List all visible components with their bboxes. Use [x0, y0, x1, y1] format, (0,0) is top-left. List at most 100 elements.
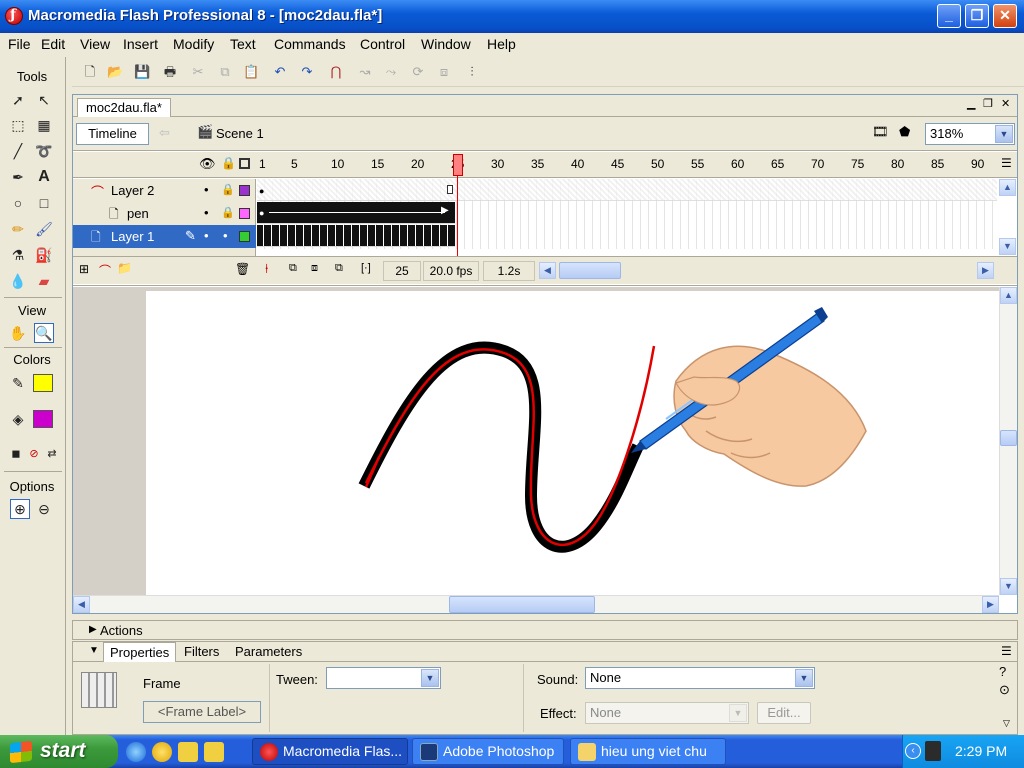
fill-color-swatch[interactable] — [33, 410, 53, 428]
frame-rate-display[interactable]: 20.0 fps — [423, 261, 479, 281]
close-button[interactable]: ✕ — [993, 4, 1017, 28]
layer-color-swatch[interactable] — [239, 208, 250, 219]
back-arrow-icon[interactable]: ⇦ — [159, 125, 170, 141]
modify-markers-icon[interactable]: [·] — [361, 262, 371, 274]
copy-icon[interactable]: ⧉ — [217, 64, 233, 80]
eraser-tool-icon[interactable]: ▰ — [34, 271, 54, 291]
edit-sound-button[interactable]: Edit... — [757, 702, 811, 724]
visibility-dot[interactable]: • — [204, 228, 209, 243]
menu-file[interactable]: File — [8, 36, 31, 52]
snap-magnet-icon[interactable]: ⋂ — [328, 64, 344, 80]
stage-canvas[interactable] — [146, 291, 999, 595]
redo-icon[interactable]: ↷ — [299, 64, 315, 80]
help-icon[interactable]: ? — [999, 664, 1006, 679]
menu-control[interactable]: Control — [360, 36, 405, 52]
edit-multiple-frames-icon[interactable]: ⧉ — [335, 262, 343, 275]
start-button[interactable]: start — [0, 735, 118, 768]
zoom-in-icon[interactable]: ⊕ — [10, 499, 30, 519]
hand-tool-icon[interactable]: ✋ — [8, 323, 28, 343]
text-tool-icon[interactable]: A — [34, 167, 54, 187]
minimize-button[interactable]: _ — [937, 4, 961, 28]
rectangle-tool-icon[interactable]: □ — [34, 193, 54, 213]
lasso-tool-icon[interactable]: ➰ — [34, 141, 54, 161]
document-tab[interactable]: moc2dau.fla* — [77, 98, 171, 117]
menu-commands[interactable]: Commands — [274, 36, 346, 52]
lock-icon[interactable]: 🔒 — [221, 206, 235, 219]
layer-row[interactable]: ⌒ Layer 2 • 🔒 — [73, 179, 256, 202]
stage-vertical-scrollbar[interactable]: ▲ ▼ — [999, 287, 1017, 595]
no-color-icon[interactable]: ⊘ — [24, 443, 44, 463]
scroll-left-button[interactable]: ◀ — [73, 596, 90, 613]
hscroll-thumb[interactable] — [449, 596, 595, 613]
selection-tool-icon[interactable]: ➚ — [8, 90, 28, 110]
stroke-color-swatch[interactable] — [33, 374, 53, 392]
menu-text[interactable]: Text — [230, 36, 256, 52]
scene-name[interactable]: Scene 1 — [216, 126, 264, 141]
stage-horizontal-scrollbar[interactable]: ◀ ▶ — [73, 595, 999, 613]
scroll-right-button[interactable]: ▶ — [982, 596, 999, 613]
help-quicklaunch-icon-2[interactable] — [204, 742, 224, 762]
panel-menu-icon[interactable]: ☰ — [1001, 644, 1012, 658]
cut-icon[interactable]: ✂ — [190, 64, 206, 80]
line-tool-icon[interactable]: ╱ — [8, 141, 28, 161]
taskbar-flash[interactable]: Macromedia Flas... — [252, 738, 408, 765]
straighten-icon[interactable]: ⤳ — [383, 64, 399, 80]
pencil-tool-icon[interactable]: ✏ — [8, 219, 28, 239]
layer-row[interactable]: 🗋 pen • 🔒 — [73, 202, 256, 225]
brush-tool-icon[interactable]: 🖌 — [34, 219, 54, 239]
panel-expand-icon[interactable]: ▽ — [1003, 718, 1010, 729]
zoom-tool-icon[interactable]: 🔍 — [34, 323, 54, 343]
swap-colors-icon[interactable]: ⇄ — [42, 443, 62, 463]
ink-bottle-tool-icon[interactable]: ⚗ — [8, 245, 28, 265]
scroll-down-button[interactable]: ▼ — [1000, 578, 1017, 595]
smooth-icon[interactable]: ↝ — [357, 64, 373, 80]
playhead[interactable] — [453, 154, 463, 176]
flash-app-icon[interactable] — [5, 7, 23, 25]
timeline-scroll-up[interactable]: ▲ — [999, 179, 1016, 196]
sound-select[interactable]: None ▼ — [585, 667, 815, 689]
menu-help[interactable]: Help — [487, 36, 516, 52]
menu-window[interactable]: Window — [421, 36, 471, 52]
print-icon[interactable]: 🖶 — [162, 64, 178, 80]
subselection-tool-icon[interactable]: ↖ — [34, 90, 54, 110]
lock-icon[interactable]: 🔒 — [221, 183, 235, 196]
zoom-out-icon[interactable]: ⊖ — [34, 499, 54, 519]
scale-icon[interactable]: ⧈ — [436, 64, 452, 80]
timeline-toggle-button[interactable]: Timeline — [76, 123, 149, 145]
layer-color-swatch[interactable] — [239, 231, 250, 242]
layer2-keyframes[interactable]: ● — [257, 179, 457, 201]
black-white-icon[interactable]: ◼ — [6, 443, 26, 463]
doc-restore-icon[interactable]: ❐ — [983, 97, 993, 110]
tab-parameters[interactable]: Parameters — [235, 644, 302, 659]
align-icon[interactable]: ⫶ — [464, 64, 480, 80]
menu-edit[interactable]: Edit — [41, 36, 65, 52]
oval-tool-icon[interactable]: ○ — [8, 193, 28, 213]
save-icon[interactable]: 💾 — [134, 64, 150, 80]
paint-bucket-tool-icon[interactable]: ⛽ — [34, 245, 54, 265]
insert-layer-icon[interactable]: ⊞ — [79, 262, 89, 276]
doc-close-icon[interactable]: ✕ — [1001, 97, 1010, 110]
timeline-scroll-down[interactable]: ▼ — [999, 238, 1016, 255]
delete-layer-icon[interactable]: 🗑 — [235, 262, 250, 276]
lock-icon[interactable]: 🔒 — [221, 156, 236, 170]
center-frame-icon[interactable]: ⍿ — [265, 261, 268, 277]
taskbar-folder[interactable]: hieu ung viet chu — [570, 738, 726, 765]
visibility-dot[interactable]: • — [204, 205, 209, 220]
onion-outlines-icon[interactable]: ⧈ — [311, 262, 318, 275]
frame-grid[interactable]: ● ● ▶ — [257, 179, 997, 249]
scroll-up-button[interactable]: ▲ — [1000, 287, 1017, 304]
vscroll-thumb[interactable] — [1000, 430, 1017, 446]
lock-dot[interactable]: • — [223, 228, 228, 243]
actions-panel-header[interactable]: ▶ Actions — [72, 620, 1018, 640]
internet-explorer-icon[interactable] — [126, 742, 146, 762]
onion-skin-icon[interactable]: ⧉ — [289, 262, 297, 275]
layer-row-selected[interactable]: 🗋 Layer 1 ✎ • • — [73, 225, 256, 248]
insert-folder-icon[interactable]: 📁 — [117, 261, 132, 275]
timeline-menu-icon[interactable]: ☰ — [1001, 156, 1012, 170]
frame-label-input[interactable]: <Frame Label> — [143, 701, 261, 723]
pen-motion-tween[interactable]: ● ▶ — [257, 202, 455, 224]
taskbar-photoshop[interactable]: Adobe Photoshop — [412, 738, 564, 765]
messenger-icon[interactable] — [152, 742, 172, 762]
zoom-select[interactable]: 318% ▼ — [925, 123, 1015, 145]
help-quicklaunch-icon[interactable] — [178, 742, 198, 762]
